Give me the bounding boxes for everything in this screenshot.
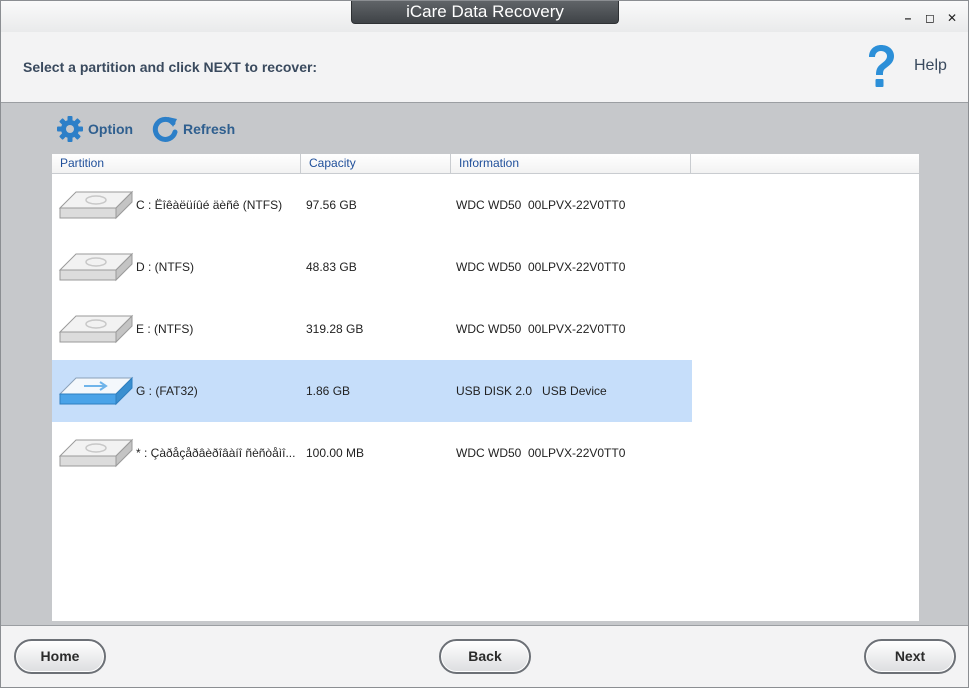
partition-name: C : Ëîêàëüíûé äèñê (NTFS)	[136, 198, 283, 212]
help-link[interactable]: Help	[914, 57, 947, 75]
table-header: Partition Capacity Information	[52, 154, 919, 174]
partition-information: WDC WD50 00LPVX-22V0TT0	[456, 260, 626, 274]
window-controls: – ◻ ✕	[900, 10, 960, 26]
partition-information: USB DISK 2.0 USB Device	[456, 384, 607, 398]
refresh-button[interactable]: Refresh	[151, 115, 235, 143]
header-panel: Select a partition and click NEXT to rec…	[1, 32, 968, 103]
close-button[interactable]: ✕	[944, 10, 960, 26]
partition-information: WDC WD50 00LPVX-22V0TT0	[456, 446, 626, 460]
partition-capacity: 100.00 MB	[306, 446, 365, 460]
footer-bar: Home Back Next	[1, 625, 968, 687]
partition-name: D : (NTFS)	[136, 260, 194, 274]
hard-disk-icon	[58, 314, 134, 344]
maximize-button[interactable]: ◻	[922, 10, 938, 26]
partition-capacity: 97.56 GB	[306, 198, 357, 212]
partition-name: G : (FAT32)	[136, 384, 198, 398]
hard-disk-icon	[58, 252, 134, 282]
app-window: iCare Data Recovery – ◻ ✕ Select a parti…	[0, 0, 969, 688]
partition-capacity: 1.86 GB	[306, 384, 351, 398]
back-button[interactable]: Back	[439, 639, 531, 674]
column-header-partition[interactable]: Partition	[52, 154, 301, 174]
home-button[interactable]: Home	[14, 639, 106, 674]
column-header-capacity[interactable]: Capacity	[301, 154, 451, 174]
next-button[interactable]: Next	[864, 639, 956, 674]
window-title: iCare Data Recovery	[351, 1, 619, 24]
partition-information: WDC WD50 00LPVX-22V0TT0	[456, 322, 626, 336]
table-row[interactable]: G : (FAT32) 1.86 GB USB DISK 2.0 USB Devic…	[52, 360, 692, 422]
partition-capacity: 48.83 GB	[306, 260, 357, 274]
instruction-text: Select a partition and click NEXT to rec…	[23, 59, 318, 75]
table-row[interactable]: D : (NTFS) 48.83 GB WDC WD50 00LPVX-22V0TT…	[52, 236, 692, 298]
table-row[interactable]: * : Çàðåçåðâèðîâàíî ñèñòåìî... 100.00 MB W…	[52, 422, 692, 484]
option-button[interactable]: Option	[56, 115, 133, 143]
refresh-icon	[152, 116, 178, 142]
hard-disk-icon	[58, 190, 134, 220]
partition-name: E : (NTFS)	[136, 322, 194, 336]
usb-disk-icon	[58, 376, 134, 406]
partition-name: * : Çàðåçåðâèðîâàíî ñèñòåìî...	[136, 446, 296, 460]
column-header-information[interactable]: Information	[451, 154, 691, 174]
partition-capacity: 319.28 GB	[306, 322, 364, 336]
partition-table: Partition Capacity Information C : Ëîêàë…	[52, 154, 919, 621]
table-row[interactable]: C : Ëîêàëüíûé äèñê (NTFS) 97.56 GB WDC WD5…	[52, 174, 692, 236]
refresh-label: Refresh	[183, 121, 236, 137]
question-mark-icon[interactable]	[863, 44, 897, 90]
minimize-button[interactable]: –	[900, 10, 916, 26]
gear-icon	[57, 116, 83, 142]
partition-information: WDC WD50 00LPVX-22V0TT0	[456, 198, 626, 212]
title-bar[interactable]: iCare Data Recovery – ◻ ✕	[1, 1, 968, 32]
option-label: Option	[88, 121, 134, 137]
hard-disk-icon	[58, 438, 134, 468]
table-row[interactable]: E : (NTFS) 319.28 GB WDC WD50 00LPVX-22V0T…	[52, 298, 692, 360]
